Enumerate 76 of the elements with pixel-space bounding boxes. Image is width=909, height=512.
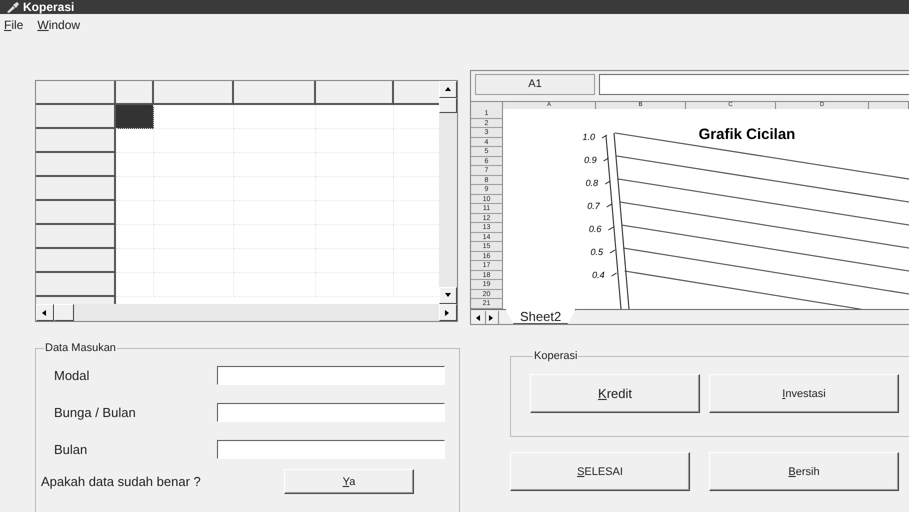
- axis-label: 0.7: [587, 201, 600, 211]
- grid-cell[interactable]: [234, 177, 316, 201]
- name-box[interactable]: A1: [475, 74, 595, 95]
- input-field[interactable]: [217, 440, 445, 459]
- grid-cell[interactable]: [154, 129, 234, 153]
- grid-cell[interactable]: [116, 129, 154, 153]
- scroll-up-button[interactable]: [439, 81, 457, 98]
- grid-cell[interactable]: [234, 225, 316, 249]
- grid-cell[interactable]: [316, 201, 394, 225]
- tab-scroll-right-button[interactable]: [486, 311, 499, 324]
- data-grid[interactable]: [35, 80, 458, 322]
- action-button[interactable]: SELESAI: [510, 452, 690, 491]
- axis-label: 1.0: [582, 132, 595, 142]
- action-button[interactable]: Kredit: [530, 374, 700, 413]
- grid-cell[interactable]: [116, 249, 154, 273]
- grid-cell[interactable]: [154, 225, 234, 249]
- menu-item[interactable]: File: [4, 18, 24, 33]
- input-field[interactable]: [217, 403, 445, 422]
- action-button[interactable]: Bersih: [709, 452, 899, 491]
- axis-label: 0.9: [584, 155, 597, 165]
- caret-up-icon: [444, 86, 452, 94]
- axis-label: 0.5: [590, 247, 603, 257]
- grid-cell[interactable]: [154, 201, 234, 225]
- caret-down-icon: [444, 292, 452, 300]
- window-title: Koperasi: [23, 0, 74, 14]
- field-label: Bunga / Bulan: [54, 405, 137, 420]
- formula-field[interactable]: [599, 74, 909, 95]
- grid-cell[interactable]: [116, 153, 154, 177]
- field-label: Modal: [54, 368, 90, 383]
- scroll-thumb[interactable]: [54, 304, 74, 321]
- grid-cell[interactable]: [116, 273, 154, 297]
- grid-cell[interactable]: [154, 249, 234, 273]
- column-header[interactable]: [869, 102, 909, 109]
- grid-cell[interactable]: [316, 225, 394, 249]
- grid-cell[interactable]: [154, 105, 234, 129]
- group-title: Data Masukan: [44, 342, 117, 354]
- grid-cell[interactable]: [116, 201, 154, 225]
- grid-cell[interactable]: [316, 105, 394, 129]
- vertical-scrollbar[interactable]: [439, 81, 457, 304]
- grid-cell[interactable]: [154, 177, 234, 201]
- grid-cell[interactable]: [234, 105, 316, 129]
- horizontal-scrollbar[interactable]: [36, 304, 457, 321]
- grid-cell[interactable]: [316, 273, 394, 297]
- selected-cell[interactable]: [116, 105, 154, 129]
- grid-cell[interactable]: [116, 225, 154, 249]
- axis-label: 0.6: [588, 224, 602, 234]
- grid-cell[interactable]: [154, 153, 234, 177]
- chart-title: Grafik Cicilan: [698, 126, 796, 143]
- grid-cell[interactable]: [234, 249, 316, 273]
- grid-cell[interactable]: [316, 129, 394, 153]
- axis-label: 0.8: [586, 178, 598, 188]
- input-field[interactable]: [217, 366, 445, 385]
- scroll-thumb[interactable]: [439, 98, 457, 113]
- scroll-left-button[interactable]: [36, 304, 54, 321]
- scroll-right-button[interactable]: [439, 304, 457, 321]
- field-label: Bulan: [54, 442, 88, 457]
- group-title: Koperasi: [533, 350, 578, 362]
- axis-label: 0.4: [592, 270, 605, 280]
- sheet-tab[interactable]: Sheet2: [505, 309, 576, 324]
- arrow-left-icon: [41, 308, 49, 316]
- question-text: Apakah data sudah benar ?: [41, 474, 202, 489]
- grid-cell[interactable]: [316, 249, 394, 273]
- grid-cell[interactable]: [154, 273, 234, 297]
- scroll-down-button[interactable]: [439, 287, 457, 304]
- confirm-button[interactable]: Ya: [284, 469, 414, 494]
- arrow-left-icon: [475, 314, 483, 322]
- grid-cell[interactable]: [234, 201, 316, 225]
- grid-cell[interactable]: [316, 153, 394, 177]
- grid-cell[interactable]: [234, 153, 316, 177]
- grid-cell[interactable]: [234, 273, 316, 297]
- action-button[interactable]: Investasi: [709, 374, 899, 413]
- grid-cell[interactable]: [234, 129, 316, 153]
- menu-item[interactable]: Window: [37, 18, 80, 33]
- app-icon: [6, 2, 20, 12]
- grid-cell[interactable]: [116, 177, 154, 201]
- grid-cell[interactable]: [316, 177, 394, 201]
